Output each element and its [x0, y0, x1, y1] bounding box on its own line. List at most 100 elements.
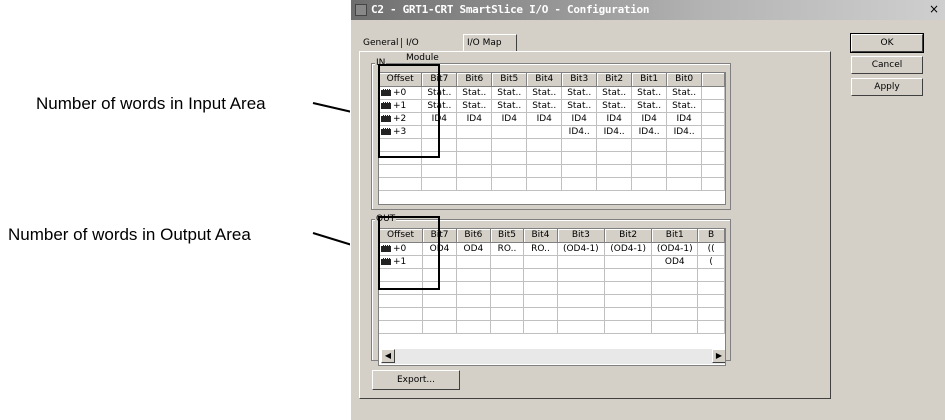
bit-cell[interactable]: Stat..	[526, 86, 563, 100]
column-header[interactable]: Bit1	[651, 229, 699, 243]
bit-cell[interactable]	[490, 294, 525, 308]
bit-cell[interactable]	[490, 320, 525, 334]
bit-cell[interactable]	[523, 255, 558, 269]
bit-cell[interactable]	[557, 307, 605, 321]
bit-cell[interactable]	[456, 151, 493, 165]
column-header[interactable]: Bit4	[526, 73, 563, 87]
bit-cell[interactable]: Stat..	[561, 99, 598, 113]
bit-cell[interactable]: ID4	[456, 112, 493, 126]
bit-cell[interactable]	[596, 151, 633, 165]
bit-cell[interactable]: RO..	[523, 242, 558, 256]
bit-cell[interactable]: (OD4-1)	[604, 242, 653, 256]
title-bar[interactable]: C2 - GRT1-CRT SmartSlice I/O - Configura…	[351, 0, 945, 20]
bit-cell[interactable]	[631, 177, 668, 191]
bit-cell[interactable]	[557, 320, 605, 334]
bit-cell[interactable]: Stat..	[666, 86, 703, 100]
column-header[interactable]: Bit5	[490, 229, 525, 243]
bit-cell[interactable]: OD4	[456, 242, 491, 256]
bit-cell[interactable]	[526, 125, 563, 139]
bit-cell[interactable]: Stat..	[561, 86, 598, 100]
bit-cell[interactable]	[491, 177, 528, 191]
bit-cell[interactable]: ID4	[491, 112, 528, 126]
bit-cell[interactable]: Stat..	[456, 99, 493, 113]
bit-cell[interactable]: ID4..	[596, 125, 633, 139]
bit-cell[interactable]	[604, 281, 653, 295]
column-header[interactable]: Bit1	[631, 73, 668, 87]
bit-cell[interactable]	[557, 281, 605, 295]
offset-cell[interactable]	[379, 294, 424, 308]
bit-cell[interactable]	[456, 294, 491, 308]
bit-cell[interactable]	[456, 281, 491, 295]
bit-cell[interactable]: ID4..	[631, 125, 668, 139]
bit-cell[interactable]: (OD4-1)	[651, 242, 699, 256]
bit-cell[interactable]: Stat..	[491, 86, 528, 100]
column-header[interactable]: Bit4	[523, 229, 558, 243]
bit-cell[interactable]	[491, 151, 528, 165]
bit-cell[interactable]	[526, 177, 563, 191]
bit-cell[interactable]	[561, 164, 598, 178]
bit-cell[interactable]	[631, 138, 668, 152]
bit-cell[interactable]	[697, 268, 725, 282]
bit-cell[interactable]	[561, 138, 598, 152]
bit-cell[interactable]	[697, 281, 725, 295]
bit-cell[interactable]	[651, 320, 699, 334]
bit-cell[interactable]	[666, 138, 703, 152]
bit-cell[interactable]	[490, 307, 525, 321]
bit-cell[interactable]	[596, 138, 633, 152]
scroll-right-button[interactable]: ▶	[712, 349, 725, 363]
bit-cell[interactable]	[701, 86, 725, 100]
bit-cell[interactable]	[557, 268, 605, 282]
bit-cell[interactable]	[491, 125, 528, 139]
table-row[interactable]	[379, 164, 725, 178]
bit-cell[interactable]	[456, 177, 493, 191]
column-header[interactable]: Bit3	[557, 229, 605, 243]
bit-cell[interactable]	[523, 320, 558, 334]
bit-cell[interactable]	[666, 164, 703, 178]
column-header[interactable]: Bit2	[596, 73, 633, 87]
bit-cell[interactable]	[422, 294, 457, 308]
bit-cell[interactable]	[701, 99, 725, 113]
bit-cell[interactable]	[421, 164, 458, 178]
apply-button[interactable]: Apply	[851, 78, 923, 96]
bit-cell[interactable]	[523, 268, 558, 282]
bit-cell[interactable]	[456, 307, 491, 321]
bit-cell[interactable]	[697, 294, 725, 308]
bit-cell[interactable]	[604, 307, 653, 321]
bit-cell[interactable]: (	[697, 255, 725, 269]
bit-cell[interactable]	[456, 268, 491, 282]
bit-cell[interactable]: Stat..	[666, 99, 703, 113]
bit-cell[interactable]: Stat..	[526, 99, 563, 113]
bit-cell[interactable]	[697, 320, 725, 334]
bit-cell[interactable]	[596, 164, 633, 178]
tab-io-module[interactable]: I/O Module	[403, 36, 442, 63]
column-header[interactable]: B	[697, 229, 725, 243]
bit-cell[interactable]	[701, 151, 725, 165]
column-header[interactable]: Bit5	[491, 73, 528, 87]
column-header[interactable]: Bit2	[604, 229, 653, 243]
bit-cell[interactable]: ID4	[526, 112, 563, 126]
scroll-left-button[interactable]: ◀	[381, 349, 395, 363]
offset-cell[interactable]	[379, 307, 424, 321]
tab-io-map[interactable]: I/O Map	[463, 34, 517, 51]
bit-cell[interactable]	[631, 151, 668, 165]
bit-cell[interactable]	[422, 320, 457, 334]
bit-cell[interactable]: Stat..	[491, 99, 528, 113]
bit-cell[interactable]	[491, 138, 528, 152]
bit-cell[interactable]	[421, 177, 458, 191]
offset-cell[interactable]	[379, 164, 423, 178]
bit-cell[interactable]	[557, 255, 605, 269]
bit-cell[interactable]: ID4	[561, 112, 598, 126]
bit-cell[interactable]	[561, 177, 598, 191]
bit-cell[interactable]	[456, 320, 491, 334]
bit-cell[interactable]: ID4	[631, 112, 668, 126]
bit-cell[interactable]	[701, 125, 725, 139]
column-header[interactable]: Bit6	[456, 73, 493, 87]
bit-cell[interactable]: ID4	[666, 112, 703, 126]
bit-cell[interactable]	[456, 255, 491, 269]
bit-cell[interactable]	[651, 307, 699, 321]
tab-general[interactable]: General	[360, 36, 401, 51]
horizontal-scrollbar[interactable]: ◀ ▶	[381, 349, 725, 364]
bit-cell[interactable]	[651, 268, 699, 282]
bit-cell[interactable]: (OD4-1)	[557, 242, 605, 256]
bit-cell[interactable]: ID4..	[561, 125, 598, 139]
